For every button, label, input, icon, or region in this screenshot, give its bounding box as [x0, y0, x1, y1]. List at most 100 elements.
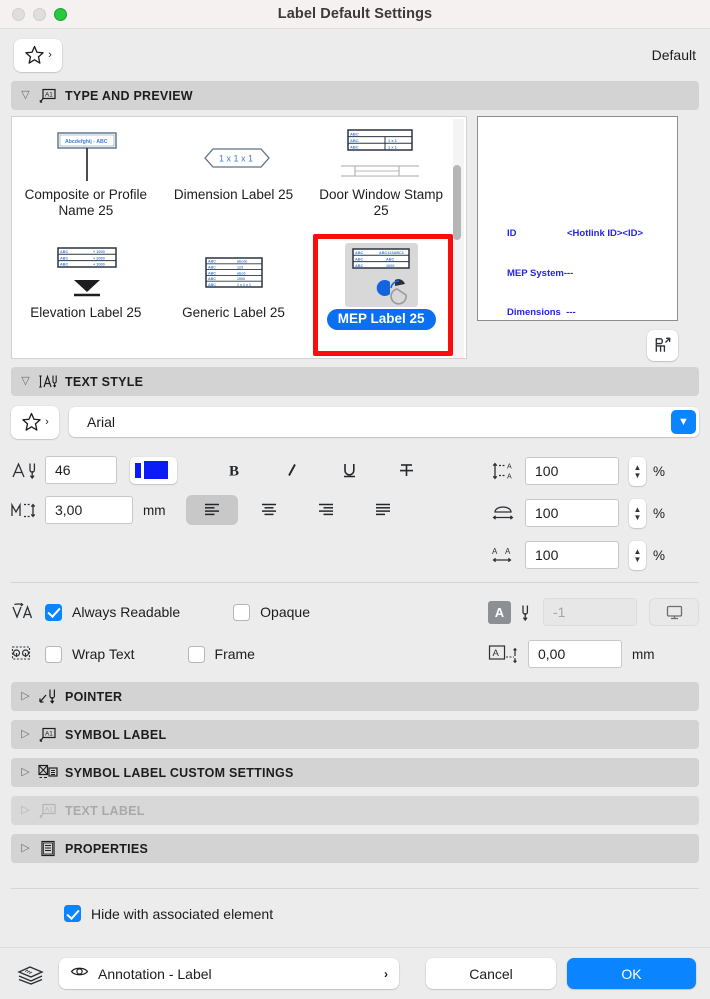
opaque-group: Opaque	[233, 603, 310, 621]
align-right-button[interactable]	[300, 495, 352, 525]
grid-item-label: Door Window Stamp 25	[319, 187, 444, 218]
ok-button[interactable]: OK	[567, 958, 696, 989]
width-factor-field[interactable]: 100	[525, 499, 619, 527]
width-factor-stepper[interactable]: ▲ ▼	[629, 498, 646, 528]
grid-item-composite-profile-name[interactable]: Abcdefghij - ABC Composite or Profile Na…	[12, 121, 160, 239]
label-a1-icon: A1	[38, 87, 58, 105]
align-left-button[interactable]	[185, 495, 238, 525]
properties-icon	[38, 840, 58, 858]
preview-value: <Hotlink ID><ID>	[567, 228, 644, 240]
favorites-chevron-icon: ›	[45, 415, 49, 428]
grid-scrollbar-thumb[interactable]	[452, 165, 461, 240]
chevron-right-icon: ▷	[21, 804, 30, 816]
svg-text:1000: 1000	[237, 277, 245, 281]
text-size-unit: mm	[143, 502, 166, 518]
svg-text:ABC: ABC	[60, 250, 68, 254]
minimize-button[interactable]	[33, 7, 46, 21]
chevron-down-icon[interactable]: ▼	[671, 410, 696, 434]
text-offset-field[interactable]: 0,00	[528, 640, 622, 668]
wrap-text-checkbox[interactable]	[45, 645, 62, 663]
stepper-down-icon[interactable]: ▼	[634, 471, 642, 479]
font-select[interactable]: Arial ▼	[69, 407, 699, 437]
section-title: TEXT LABEL	[65, 803, 145, 818]
close-button[interactable]	[12, 7, 25, 21]
cancel-button[interactable]: Cancel	[426, 958, 556, 989]
traffic-lights	[0, 7, 67, 21]
preview-text: ID <Hotlink ID><ID> MEP System--- Dimens…	[507, 201, 643, 345]
section-text-style[interactable]: ▽ TEXT STYLE	[11, 367, 699, 396]
section-pointer[interactable]: ▷ POINTER	[11, 682, 699, 711]
pen-number-field[interactable]: 46	[45, 456, 117, 484]
always-readable-checkbox[interactable]	[45, 603, 62, 621]
layer-select[interactable]: Annotation - Label ›	[59, 958, 399, 989]
font-style-buttons: B	[209, 455, 432, 485]
line-spacing-field[interactable]: 100	[525, 457, 619, 485]
section-properties[interactable]: ▷ PROPERTIES	[11, 834, 699, 863]
text-label-icon: A1	[38, 802, 58, 820]
preview-3d-view-button[interactable]	[647, 330, 678, 361]
underline-button[interactable]	[323, 455, 375, 485]
text-size-field[interactable]: 3,00	[45, 496, 133, 524]
monitor-icon	[666, 605, 682, 619]
stepper-up-icon[interactable]: ▲	[634, 547, 642, 555]
section-symbol-label[interactable]: ▷ A1 SYMBOL LABEL	[11, 720, 699, 749]
frame-checkbox[interactable]	[187, 645, 205, 663]
char-spacing-field[interactable]: 100	[525, 541, 619, 569]
frame-pen-color-button[interactable]: A	[488, 600, 511, 624]
stepper-down-icon[interactable]: ▼	[634, 513, 642, 521]
chevron-down-icon: ▽	[21, 375, 30, 387]
grid-item-door-window-stamp[interactable]: ABC ABC ABC 1 x 1 1 x 1 Door Window Stam…	[307, 121, 455, 239]
opaque-checkbox[interactable]	[233, 603, 251, 621]
type-and-preview-body: Abcdefghij - ABC Composite or Profile Na…	[0, 110, 710, 361]
text-offset-row: A 0,00 mm	[488, 633, 699, 675]
section-type-and-preview[interactable]: ▽ A1 TYPE AND PREVIEW	[11, 81, 699, 110]
text-style-right: A A 100 ▲ ▼ % 100 ▲ ▼ % A A 100 ▲ ▼ %	[491, 450, 699, 576]
always-readable-icon	[11, 602, 45, 622]
align-center-button[interactable]	[243, 495, 295, 525]
chevron-right-icon[interactable]: ›	[384, 967, 388, 981]
char-spacing-stepper[interactable]: ▲ ▼	[629, 540, 646, 570]
size-row: 3,00 mm	[11, 490, 491, 530]
svg-text:ABC: ABC	[60, 263, 68, 267]
display-options-button[interactable]	[649, 598, 699, 626]
chevron-right-icon: ▷	[21, 690, 30, 702]
line-spacing-stepper[interactable]: ▲ ▼	[629, 456, 646, 486]
stepper-down-icon[interactable]: ▼	[634, 555, 642, 563]
pen-color-swatch[interactable]	[130, 456, 177, 484]
pointer-icon	[38, 688, 58, 706]
grid-item-dimension-label[interactable]: 1 x 1 x 1 Dimension Label 25	[160, 121, 308, 239]
grid-item-mep-label[interactable]: ABC ABC ABC ABC123ABC1 ABC 1000 MEP Labe…	[307, 239, 455, 357]
favorites-button[interactable]: ›	[14, 38, 62, 72]
chevron-down-icon: ▽	[21, 89, 30, 101]
char-spacing-row: A A 100 ▲ ▼ %	[491, 534, 699, 576]
layers-icon[interactable]	[14, 963, 48, 985]
hide-with-associated-checkbox[interactable]	[64, 905, 81, 922]
stepper-up-icon[interactable]: ▲	[634, 463, 642, 471]
italic-button[interactable]	[266, 455, 318, 485]
stepper-up-icon[interactable]: ▲	[634, 505, 642, 513]
text-style-main: 46 B 3,00 mm A A 100 ▲ ▼ % 100 ▲ ▼ % A A…	[11, 450, 699, 576]
section-symbol-label-custom-settings[interactable]: ▷ SYMBOL LABEL CUSTOM SETTINGS	[11, 758, 699, 787]
grid-scrollbar[interactable]	[452, 119, 464, 358]
grid-item-label: Composite or Profile Name 25	[24, 187, 147, 218]
wrap-text-icon	[11, 644, 45, 664]
text-style-favorites-button[interactable]: ›	[11, 405, 59, 439]
favorites-row: › Default	[0, 29, 710, 81]
strikethrough-button[interactable]	[380, 455, 432, 485]
grid-item-generic-label[interactable]: ABC ABC ABC ABC ABC abcde 123 abcd 1000 …	[160, 239, 308, 357]
line-spacing-row: A A 100 ▲ ▼ %	[491, 450, 699, 492]
star-icon	[22, 412, 41, 431]
align-justify-button[interactable]	[357, 495, 409, 525]
svg-text:1 x 1 x 1: 1 x 1 x 1	[237, 283, 251, 287]
bold-button[interactable]: B	[209, 455, 261, 485]
section-title: SYMBOL LABEL CUSTOM SETTINGS	[65, 765, 294, 780]
maximize-button[interactable]	[54, 7, 67, 21]
text-style-body: › Arial ▼ 46 B 3,00 mm A A 100 ▲ ▼ % 100…	[0, 396, 710, 576]
eye-icon	[70, 965, 89, 983]
label-type-grid[interactable]: Abcdefghij - ABC Composite or Profile Na…	[11, 116, 467, 359]
svg-text:abcd: abcd	[237, 271, 245, 275]
svg-text:A: A	[492, 547, 498, 556]
svg-text:ABC: ABC	[208, 277, 216, 281]
door-window-stamp-thumb-icon: ABC ABC ABC 1 x 1 1 x 1	[307, 127, 455, 185]
grid-item-elevation-label[interactable]: ABC ABC ABC + 1000 + 2000 + 1000 Elevati…	[12, 239, 160, 357]
